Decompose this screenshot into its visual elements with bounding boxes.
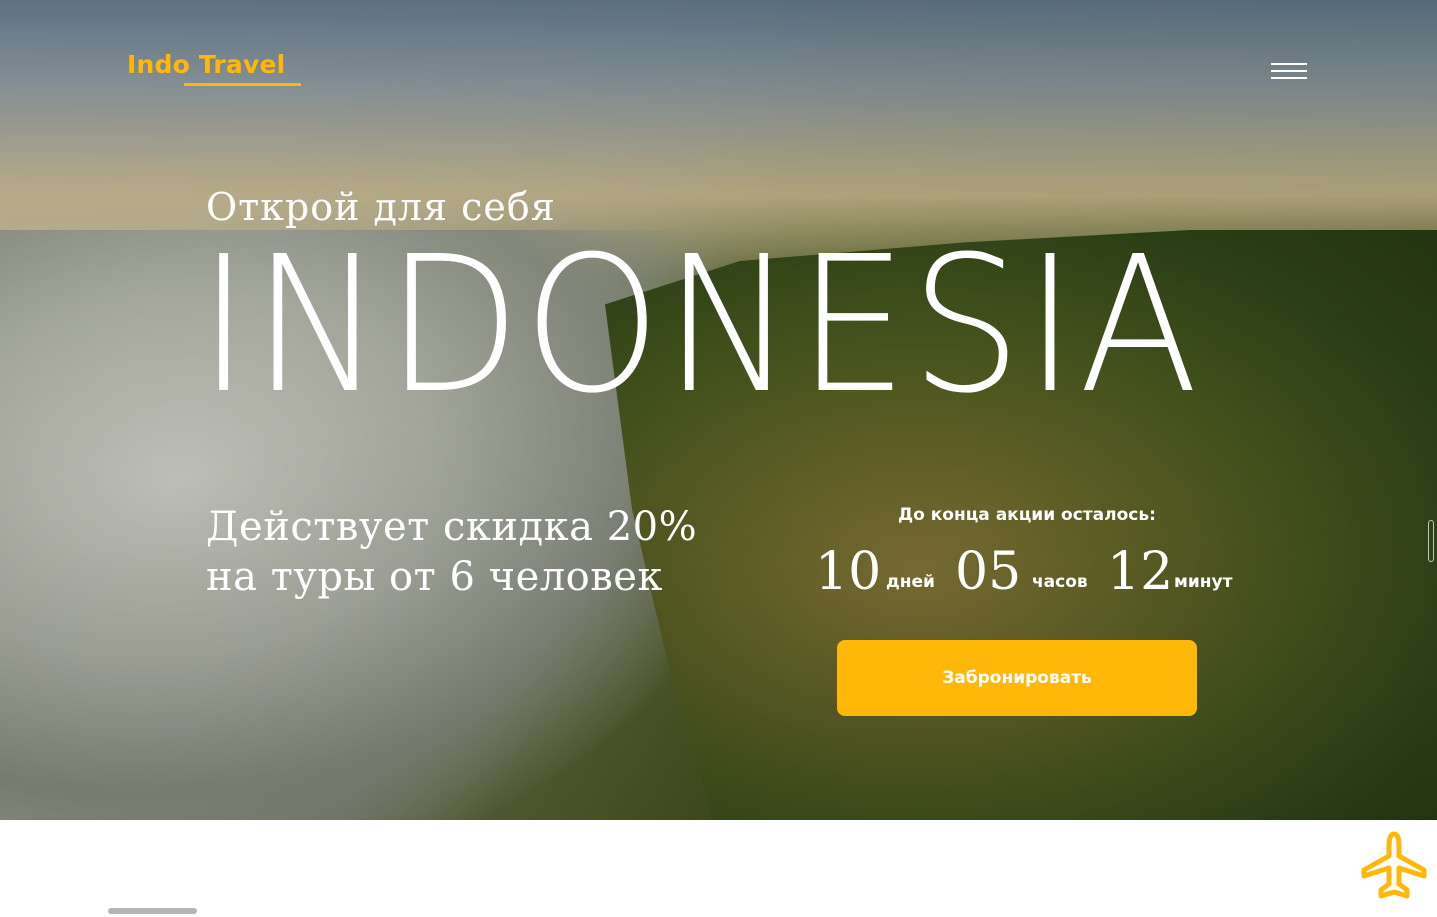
countdown-minutes-unit: минут [1174,572,1233,592]
scrollbar-thumb[interactable] [1428,520,1434,562]
countdown-label: До конца акции осталось: [898,505,1156,525]
countdown-days-unit: дней [886,572,935,592]
book-button[interactable]: Забронировать [837,640,1197,716]
hero-section: Indo Travel Открой для себя INDONESIA Де… [0,0,1437,820]
countdown-hours-unit: часов [1032,572,1088,592]
offer-text: Действует скидка 20% на туры от 6 челове… [206,502,697,602]
airplane-icon[interactable] [1358,830,1430,902]
countdown-days-value: 10 [815,542,882,602]
hamburger-menu-icon[interactable] [1271,61,1307,79]
bottom-scroll-indicator [108,908,197,914]
logo-underline [184,83,301,86]
countdown-minutes-value: 12 [1107,542,1174,602]
countdown-hours-value: 05 [955,542,1022,602]
logo-link[interactable]: Indo Travel [127,50,285,79]
offer-line-1: Действует скидка 20% [206,504,698,550]
hero-title: INDONESIA [198,216,1202,435]
offer-line-2: на туры от 6 человек [206,554,663,600]
